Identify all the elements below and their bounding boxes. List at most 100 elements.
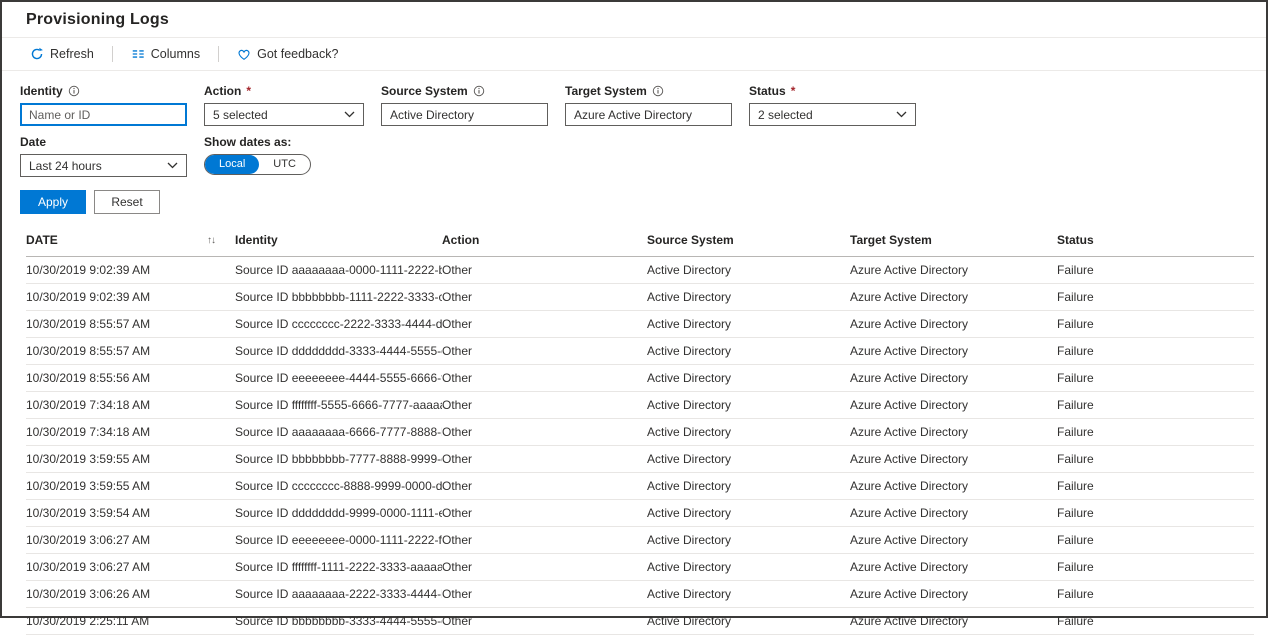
feedback-label: Got feedback? — [257, 47, 338, 61]
date-dropdown[interactable]: Last 24 hours — [20, 154, 187, 177]
table-cell: Other — [442, 419, 647, 446]
toggle-option-local[interactable]: Local — [205, 155, 259, 174]
target-system-input[interactable] — [565, 103, 732, 126]
column-header-target-system[interactable]: Target System — [850, 224, 1057, 257]
table-header: DATE ↑↓ Identity Action Source System Ta… — [26, 224, 1254, 257]
table-cell: Other — [442, 311, 647, 338]
show-dates-label: Show dates as: — [204, 135, 291, 149]
table-row[interactable]: 10/30/2019 7:34:18 AMSource ID ffffffff-… — [26, 392, 1254, 419]
columns-button[interactable]: Columns — [123, 43, 208, 65]
table-cell: Failure — [1057, 581, 1254, 608]
status-filter: Status * 2 selected — [749, 83, 916, 126]
table-row[interactable]: 10/30/2019 8:55:57 AMSource ID dddddddd-… — [26, 338, 1254, 365]
heart-icon — [237, 48, 251, 61]
reset-button[interactable]: Reset — [94, 190, 160, 214]
table-row[interactable]: 10/30/2019 3:59:55 AMSource ID cccccccc-… — [26, 473, 1254, 500]
table-cell: Source ID ffffffff-5555-6666-7777-aaaaaa — [235, 392, 442, 419]
toggle-option-utc[interactable]: UTC — [259, 155, 310, 174]
identity-input[interactable] — [20, 103, 187, 126]
sort-icon[interactable]: ↑↓ — [207, 235, 215, 246]
table-cell: Azure Active Directory — [850, 419, 1057, 446]
info-icon — [473, 85, 485, 97]
provisioning-logs-page: Provisioning Logs Refresh Columns — [2, 2, 1266, 635]
action-dropdown[interactable]: 5 selected — [204, 103, 364, 126]
table-cell: Source ID bbbbbbbb-3333-4444-5555-ccc — [235, 608, 442, 635]
status-dropdown[interactable]: 2 selected — [749, 103, 916, 126]
target-system-label: Target System — [565, 84, 647, 98]
table-cell: 10/30/2019 9:02:39 AM — [26, 257, 235, 284]
table-cell: Azure Active Directory — [850, 365, 1057, 392]
source-system-input[interactable] — [381, 103, 548, 126]
table-cell: Failure — [1057, 446, 1254, 473]
column-header-identity[interactable]: Identity — [235, 224, 442, 257]
table-row[interactable]: 10/30/2019 8:55:56 AMSource ID eeeeeeee-… — [26, 365, 1254, 392]
filter-row-2: Date Last 24 hours Show dates as: Local … — [20, 134, 1248, 177]
table-cell: Other — [442, 338, 647, 365]
column-header-source-system[interactable]: Source System — [647, 224, 850, 257]
table-cell: Failure — [1057, 419, 1254, 446]
table-cell: Other — [442, 473, 647, 500]
table-cell: Source ID aaaaaaaa-0000-1111-2222-bbb — [235, 257, 442, 284]
table-cell: Active Directory — [647, 284, 850, 311]
table-cell: 10/30/2019 3:06:26 AM — [26, 581, 235, 608]
toolbar-divider — [112, 46, 113, 62]
status-value: 2 selected — [758, 108, 813, 122]
log-table-body: 10/30/2019 9:02:39 AMSource ID aaaaaaaa-… — [26, 257, 1254, 635]
table-cell: Failure — [1057, 527, 1254, 554]
command-bar: Refresh Columns Got feedback? — [2, 37, 1266, 71]
table-cell: 10/30/2019 7:34:18 AM — [26, 419, 235, 446]
table-row[interactable]: 10/30/2019 3:59:55 AMSource ID bbbbbbbb-… — [26, 446, 1254, 473]
column-header-status[interactable]: Status — [1057, 224, 1254, 257]
table-row[interactable]: 10/30/2019 3:06:27 AMSource ID ffffffff-… — [26, 554, 1254, 581]
table-cell: Active Directory — [647, 500, 850, 527]
table-cell: Active Directory — [647, 392, 850, 419]
table-cell: Failure — [1057, 311, 1254, 338]
table-cell: Source ID cccccccc-2222-3333-4444-ddd — [235, 311, 442, 338]
table-cell: Azure Active Directory — [850, 257, 1057, 284]
column-header-date[interactable]: DATE ↑↓ — [26, 224, 235, 257]
table-cell: Azure Active Directory — [850, 284, 1057, 311]
table-row[interactable]: 10/30/2019 3:06:26 AMSource ID aaaaaaaa-… — [26, 581, 1254, 608]
table-row[interactable]: 10/30/2019 2:25:11 AMSource ID bbbbbbbb-… — [26, 608, 1254, 635]
action-value: 5 selected — [213, 108, 268, 122]
table-cell: Other — [442, 500, 647, 527]
refresh-icon — [30, 47, 44, 61]
table-cell: Active Directory — [647, 311, 850, 338]
filter-panel: Identity Action * 5 selected — [2, 71, 1266, 214]
date-filter: Date Last 24 hours — [20, 134, 187, 177]
feedback-button[interactable]: Got feedback? — [229, 43, 346, 65]
table-cell: Active Directory — [647, 257, 850, 284]
required-marker: * — [791, 84, 796, 98]
table-cell: Source ID aaaaaaaa-6666-7777-8888-bb — [235, 419, 442, 446]
action-label: Action — [204, 84, 241, 98]
table-row[interactable]: 10/30/2019 7:34:18 AMSource ID aaaaaaaa-… — [26, 419, 1254, 446]
toolbar-divider — [218, 46, 219, 62]
table-row[interactable]: 10/30/2019 3:59:54 AMSource ID dddddddd-… — [26, 500, 1254, 527]
table-cell: Azure Active Directory — [850, 311, 1057, 338]
table-cell: 10/30/2019 9:02:39 AM — [26, 284, 235, 311]
table-cell: Source ID cccccccc-8888-9999-0000-ddd — [235, 473, 442, 500]
table-cell: Azure Active Directory — [850, 527, 1057, 554]
target-system-filter: Target System — [565, 83, 732, 126]
table-cell: Failure — [1057, 392, 1254, 419]
apply-button[interactable]: Apply — [20, 190, 86, 214]
table-row[interactable]: 10/30/2019 8:55:57 AMSource ID cccccccc-… — [26, 311, 1254, 338]
status-label: Status — [749, 84, 786, 98]
table-cell: Failure — [1057, 284, 1254, 311]
table-cell: Other — [442, 446, 647, 473]
column-header-action[interactable]: Action — [442, 224, 647, 257]
table-cell: Active Directory — [647, 338, 850, 365]
table-row[interactable]: 10/30/2019 3:06:27 AMSource ID eeeeeeee-… — [26, 527, 1254, 554]
table-row[interactable]: 10/30/2019 9:02:39 AMSource ID bbbbbbbb-… — [26, 284, 1254, 311]
table-cell: Source ID dddddddd-9999-0000-1111-eee — [235, 500, 442, 527]
table-cell: Active Directory — [647, 581, 850, 608]
table-cell: 10/30/2019 8:55:56 AM — [26, 365, 235, 392]
refresh-button[interactable]: Refresh — [22, 43, 102, 65]
filter-row-1: Identity Action * 5 selected — [20, 83, 1248, 126]
table-row[interactable]: 10/30/2019 9:02:39 AMSource ID aaaaaaaa-… — [26, 257, 1254, 284]
action-filter: Action * 5 selected — [204, 83, 364, 126]
table-cell: Azure Active Directory — [850, 500, 1057, 527]
table-cell: 10/30/2019 8:55:57 AM — [26, 311, 235, 338]
table-cell: Active Directory — [647, 608, 850, 635]
table-cell: Active Directory — [647, 554, 850, 581]
